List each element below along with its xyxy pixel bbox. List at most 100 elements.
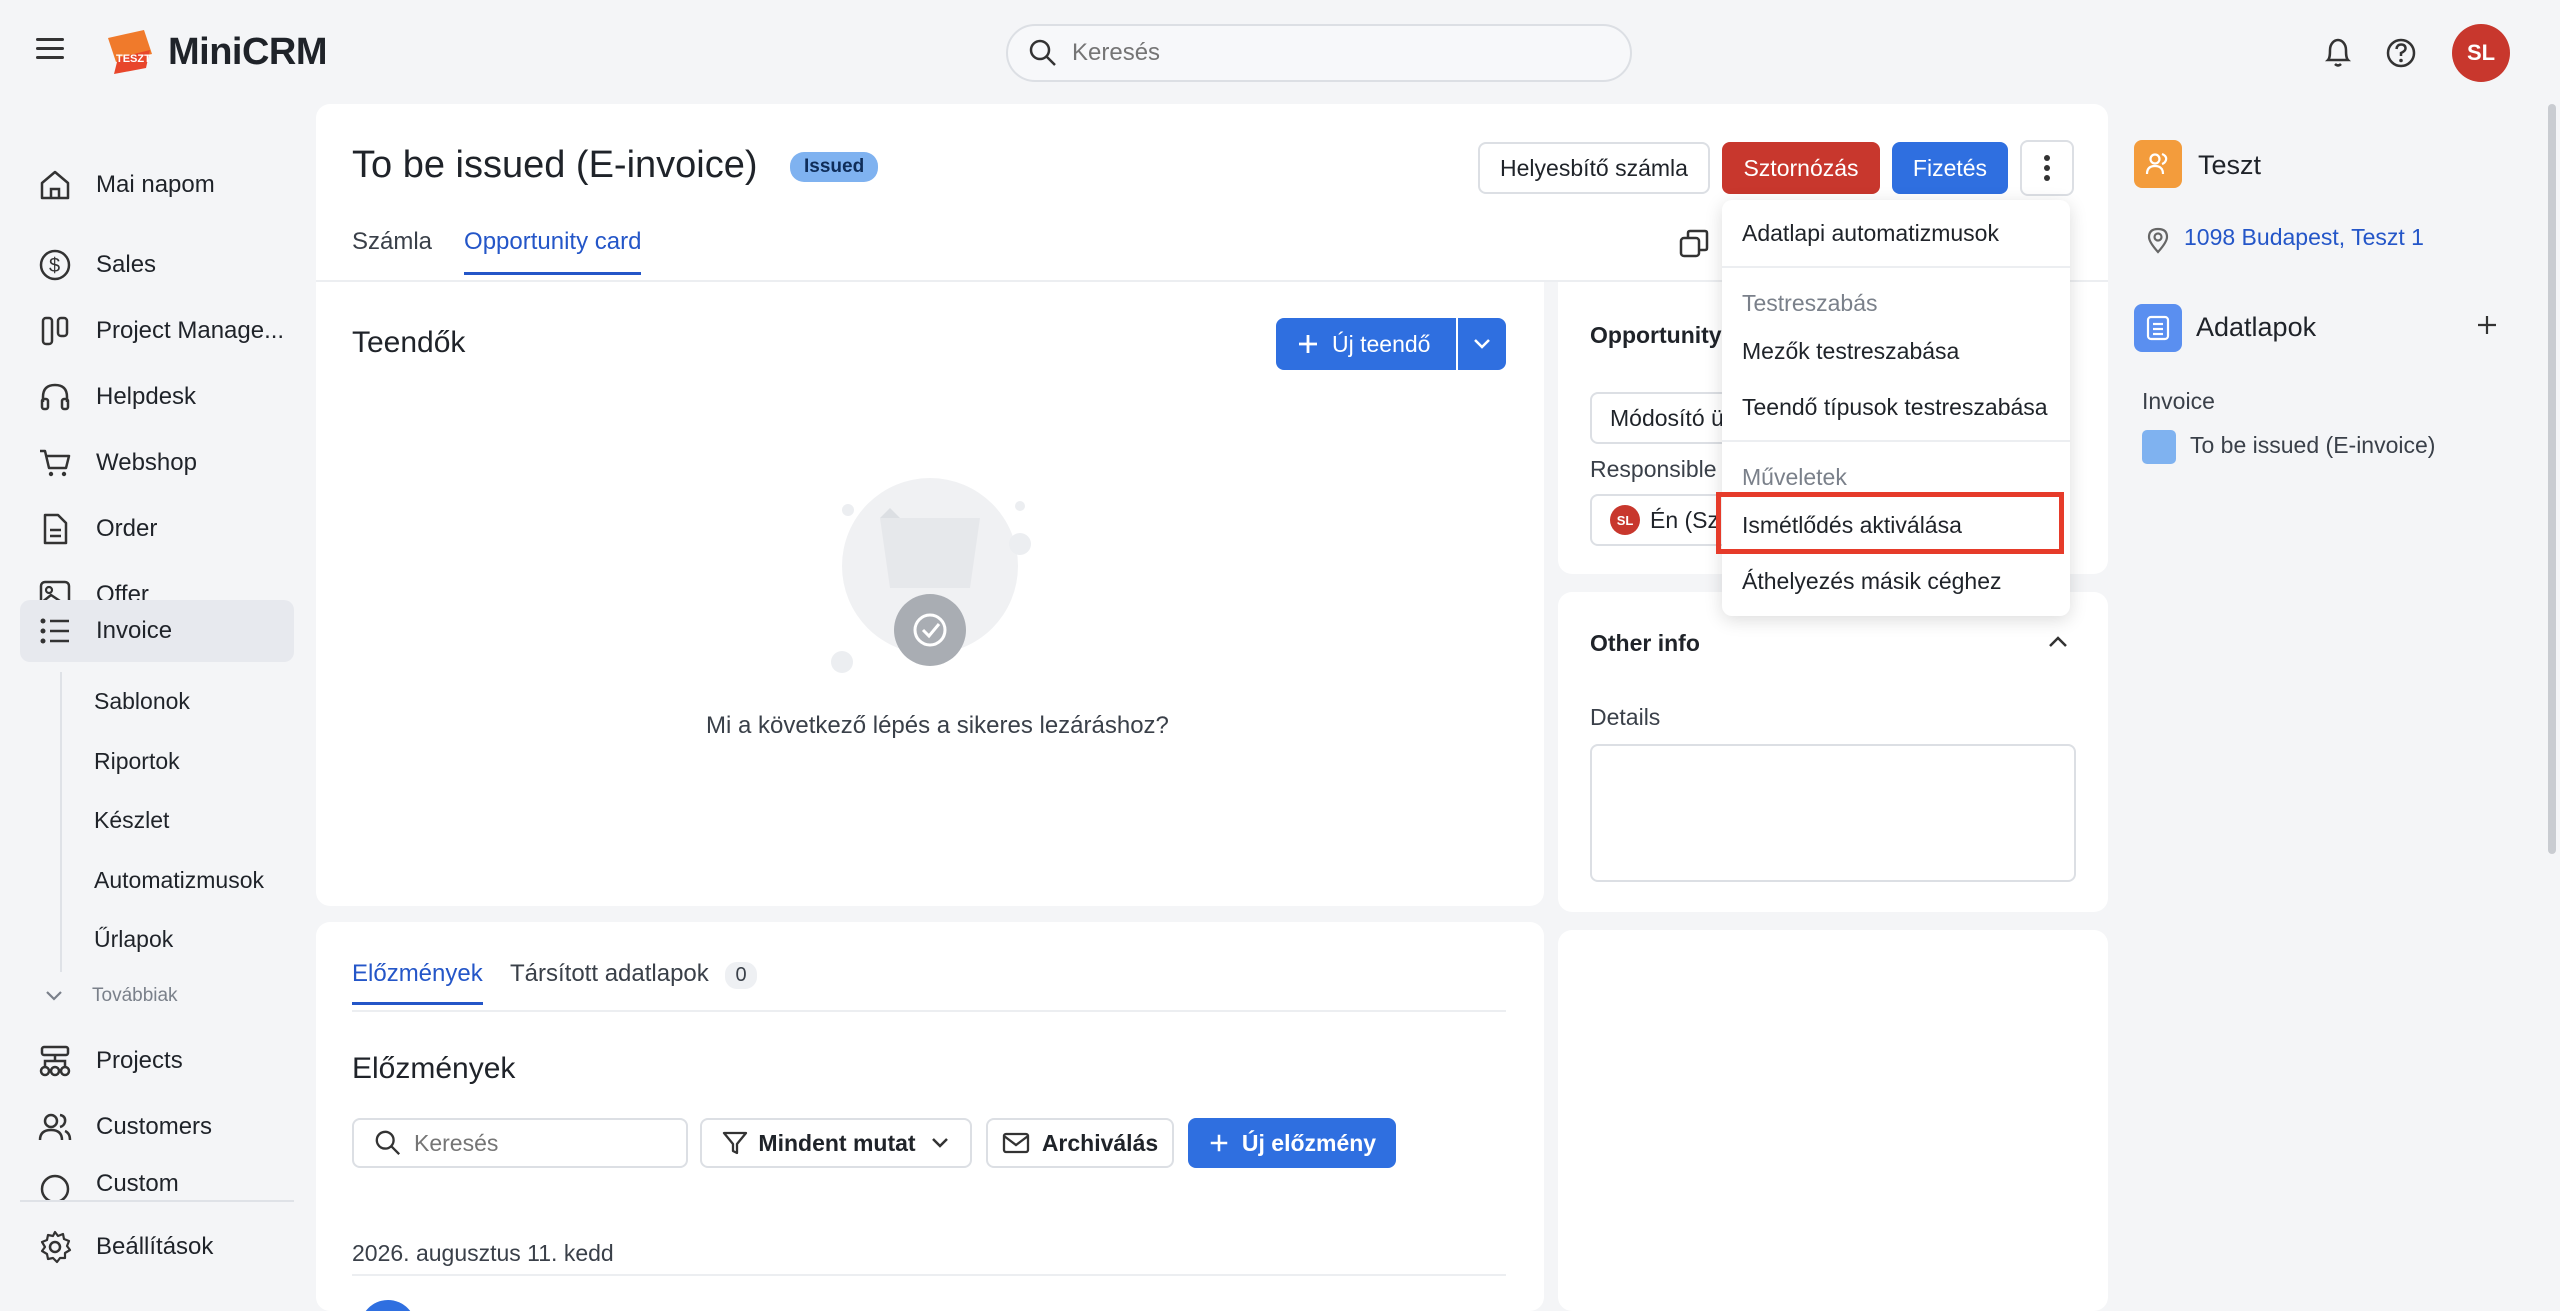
hamburger-menu-icon[interactable] — [36, 38, 64, 62]
gear-icon — [36, 1228, 74, 1266]
payment-button[interactable]: Fizetés — [1892, 142, 2008, 194]
new-history-button[interactable]: Új előzmény — [1188, 1118, 1396, 1168]
opportunity-title: Opportunity — [1590, 322, 1722, 348]
tab-linked-records[interactable]: Társított adatlapok 0 — [510, 960, 757, 989]
filter-dropdown[interactable]: Mindent mutat — [700, 1118, 972, 1168]
responsible-value: Én (Sz — [1650, 506, 1720, 533]
storno-button[interactable]: Sztornózás — [1722, 142, 1880, 194]
filter-icon — [723, 1131, 748, 1155]
new-todo-label: Új teendő — [1332, 330, 1431, 357]
document-icon — [36, 510, 74, 548]
sheet-item-link[interactable]: To be issued (E-invoice) — [2190, 432, 2435, 459]
sidebar-item-settings[interactable]: Beállítások — [20, 1216, 294, 1278]
sidebar-item-mai-napom[interactable]: Mai napom — [20, 154, 294, 216]
corrective-invoice-button[interactable]: Helyesbítő számla — [1478, 142, 1710, 194]
new-history-label: Új előzmény — [1241, 1129, 1377, 1156]
history-title: Előzmények — [352, 1052, 516, 1085]
global-search[interactable] — [1006, 24, 1632, 82]
sidebar-subitem-sablonok[interactable]: Sablonok — [94, 688, 190, 715]
submenu-guide-line — [60, 672, 62, 972]
sidebar-item-label: Projects — [96, 1047, 183, 1074]
search-icon — [1029, 39, 1056, 66]
more-label: Továbbiak — [92, 985, 178, 1006]
sidebar-divider — [20, 1200, 294, 1202]
sidebar-item-project-management[interactable]: Project Manage... — [20, 300, 294, 362]
modifier-label: Módosító ü — [1610, 404, 1724, 431]
page-title: To be issued (E-invoice) — [352, 144, 758, 186]
top-bar: TESZT MiniCRM SL — [0, 0, 2560, 104]
chevron-up-icon[interactable] — [2046, 634, 2070, 655]
users-icon — [36, 1108, 74, 1146]
tab-history[interactable]: Előzmények — [352, 960, 483, 1005]
logo-icon: TESZT — [104, 28, 156, 76]
company-name[interactable]: Teszt — [2198, 150, 2261, 181]
sidebar-item-invoice[interactable]: Invoice — [20, 600, 294, 662]
cart-icon — [36, 444, 74, 482]
dollar-icon: $ — [36, 246, 74, 284]
sidebar-item-projects[interactable]: Projects — [20, 1030, 294, 1092]
sidebar-item-custom[interactable]: Custom — [20, 1162, 294, 1202]
sidebar-item-label: Invoice — [96, 617, 173, 644]
linked-records-label: Társított adatlapok — [510, 960, 709, 987]
sidebar-item-label: Order — [96, 515, 158, 542]
app-logo[interactable]: TESZT MiniCRM — [104, 28, 328, 76]
history-search-input[interactable] — [414, 1129, 674, 1157]
search-icon — [375, 1130, 401, 1156]
details-label: Details — [1590, 704, 1661, 730]
user-avatar[interactable]: SL — [2452, 24, 2510, 82]
sidebar-item-order[interactable]: Order — [20, 498, 294, 560]
sidebar-item-label: Project Manage... — [96, 317, 285, 344]
details-textarea[interactable] — [1590, 744, 2076, 882]
plus-icon — [1299, 335, 1317, 353]
svg-text:$: $ — [49, 255, 60, 277]
tab-opportunity-card[interactable]: Opportunity card — [464, 228, 642, 275]
sitemap-icon — [36, 1042, 74, 1080]
menu-separator — [1722, 266, 2070, 268]
responsible-label: Responsible — [1590, 456, 1717, 482]
sidebar-subitem-keszlet[interactable]: Készlet — [94, 807, 169, 834]
sidebar-item-label: Custom — [96, 1170, 179, 1197]
archive-label: Archiválás — [1041, 1129, 1159, 1156]
sidebar-item-customers[interactable]: Customers — [20, 1096, 294, 1158]
sidebar-subitem-automatizmusok[interactable]: Automatizmusok — [94, 867, 264, 894]
sidebar-item-webshop[interactable]: Webshop — [20, 432, 294, 494]
record-tabs: Számla Opportunity card — [352, 228, 673, 275]
responsible-field[interactable]: SL Én (Sz — [1590, 494, 1730, 546]
headset-icon — [36, 378, 74, 416]
company-address-link[interactable]: 1098 Budapest, Teszt 1 — [2184, 224, 2424, 251]
page-scrollbar[interactable] — [2548, 104, 2556, 854]
menu-item-record-automations[interactable]: Adatlapi automatizmusok — [1742, 220, 1999, 247]
history-date-heading: 2026. augusztus 11. kedd — [352, 1240, 614, 1266]
sidebar-subitem-urlapok[interactable]: Űrlapok — [94, 926, 173, 953]
global-search-input[interactable] — [1072, 39, 1572, 67]
new-todo-dropdown-button[interactable] — [1458, 318, 1506, 370]
tab-szamla[interactable]: Számla — [352, 228, 432, 275]
sidebar-item-label: Sales — [96, 251, 157, 278]
archive-button[interactable]: Archiválás — [986, 1118, 1174, 1168]
sidebar-item-label: Customers — [96, 1113, 213, 1140]
sidebar-item-helpdesk[interactable]: Helpdesk — [20, 366, 294, 428]
menu-item-move-to-company[interactable]: Áthelyezés másik céghez — [1742, 568, 2002, 595]
menu-separator — [1722, 440, 2070, 442]
linked-count-badge: 0 — [725, 962, 757, 989]
other-info-title: Other info — [1590, 630, 1700, 656]
history-search[interactable] — [352, 1118, 688, 1168]
add-sheet-icon[interactable] — [2474, 312, 2500, 343]
todos-title: Teendők — [352, 326, 466, 359]
sidebar-subitem-riportok[interactable]: Riportok — [94, 748, 180, 775]
copy-icon[interactable] — [1678, 228, 1710, 265]
menu-item-customize-fields[interactable]: Mezők testreszabása — [1742, 338, 1959, 365]
modifier-field[interactable]: Módosító ü — [1590, 392, 1730, 444]
menu-item-customize-todo-types[interactable]: Teendő típusok testreszabása — [1742, 394, 2048, 421]
columns-icon — [36, 312, 74, 350]
highlight-box — [1716, 492, 2064, 554]
more-toggle[interactable]: Továbbiak — [44, 985, 178, 1007]
notification-bell-icon[interactable] — [2322, 36, 2354, 75]
new-todo-button[interactable]: Új teendő — [1276, 318, 1456, 370]
help-icon[interactable] — [2384, 36, 2418, 75]
chevron-down-icon — [1474, 339, 1490, 349]
empty-state-text: Mi a következő lépés a sikeres lezárásho… — [706, 712, 1169, 739]
sidebar-item-sales[interactable]: $ Sales — [20, 234, 294, 296]
sidebar-item-label: Webshop — [96, 449, 197, 476]
more-actions-button[interactable] — [2020, 140, 2074, 196]
